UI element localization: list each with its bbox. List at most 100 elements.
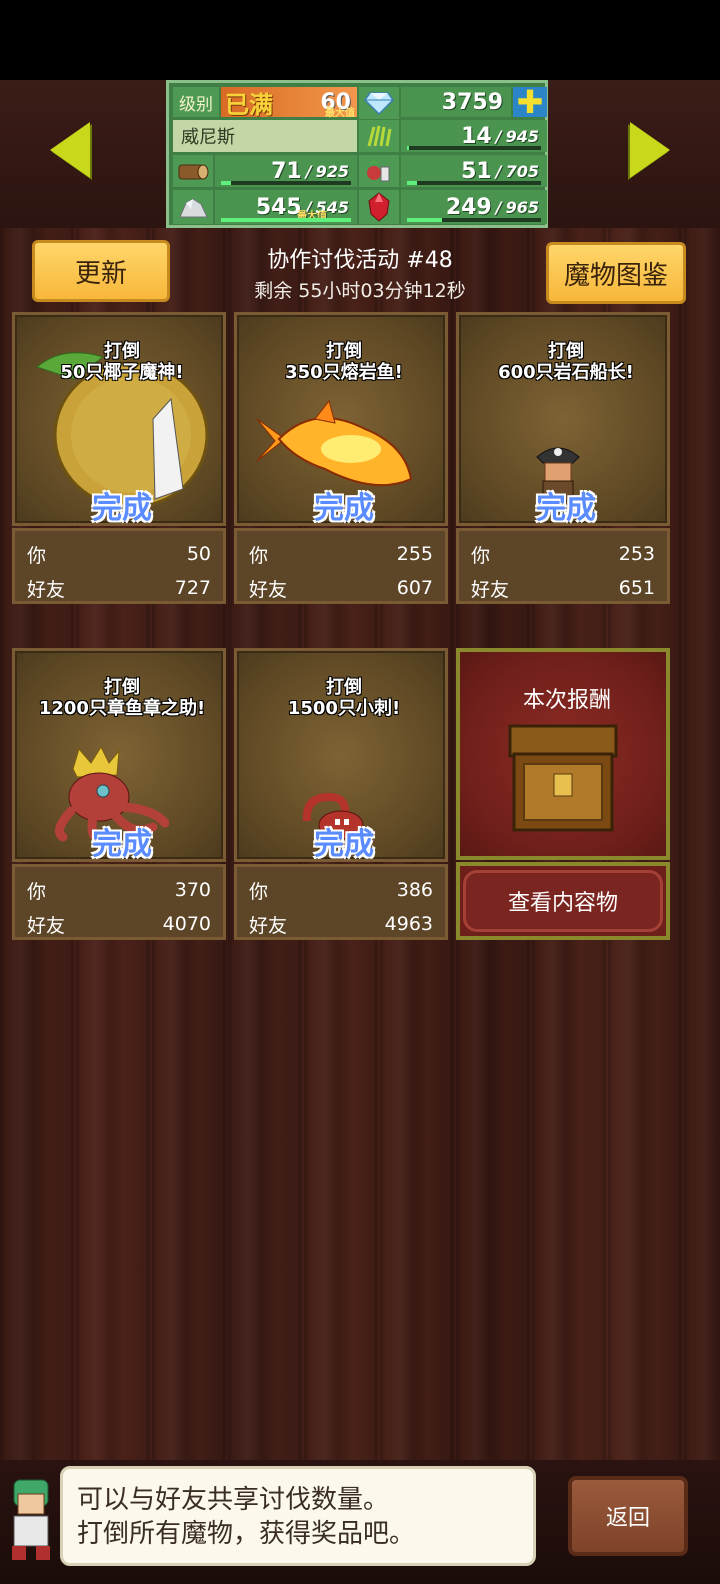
you-row: 你 50 [27,537,211,571]
guide-message-line1: 可以与好友共享讨伐数量。 [77,1485,390,1515]
you-count: 50 [186,543,211,565]
quest-target-verb: 打倒 [326,677,362,698]
gem-count: 3759 [401,87,511,117]
quest-target: 打倒 350只熔岩鱼! [237,341,451,383]
arrow-right-icon[interactable] [630,122,670,178]
you-label: 你 [249,544,269,567]
you-row: 你 253 [471,537,655,571]
friends-row: 好友 607 [249,571,433,605]
reward-panel: 本次报酬 [456,648,670,860]
wood-max: 925 [315,161,349,181]
quest-card-octopus[interactable]: 打倒 1200只章鱼章之助! 完成 你 370 好友 4070 [12,648,226,940]
view-contents-button-frame: 查看内容物 [456,862,670,940]
quest-card-rock-captain[interactable]: 打倒 600只岩石船长! 完成 你 253 好友 651 [456,312,670,604]
event-timer: 剩余 55小时03分钟12秒 [254,280,466,302]
quest-target-verb: 打倒 [548,341,584,362]
update-button[interactable]: 更新 [32,240,170,302]
quest-target-text: 600只岩石船长! [498,362,634,383]
quest-target-verb: 打倒 [104,677,140,698]
ruby-bar [407,218,541,222]
you-label: 你 [27,880,47,903]
vegetable-icon [359,155,399,187]
friends-count: 607 [396,577,433,599]
ore-icon [173,190,213,224]
friends-row: 好友 4070 [27,907,211,941]
log-icon [173,155,213,187]
food-bar-fill [407,181,417,185]
guide-message-bubble: 可以与好友共享讨伐数量。 打倒所有魔物，获得奖品吧。 [60,1466,536,1566]
quest-card-top: 打倒 600只岩石船长! 完成 [456,312,670,526]
monster-dex-button[interactable]: 魔物图鉴 [546,242,686,304]
level-label: 级别 [173,87,219,117]
stone-bar [221,218,351,222]
friends-row: 好友 4963 [249,907,433,941]
quest-card-lava-fish[interactable]: 打倒 350只熔岩鱼! 完成 你 255 好友 607 [234,312,448,604]
wood-separator: / [305,161,312,181]
quest-target-text: 350只熔岩鱼! [285,362,403,383]
quest-card-small-spike[interactable]: 打倒 1500只小刺! 完成 你 386 好友 4963 [234,648,448,940]
player-name: 威尼斯 [173,120,357,152]
grass-value: 14 [461,123,492,149]
you-count: 253 [618,543,655,565]
player-stats-panel: 级别 已满 60 最大值 3759 ✚ 威尼斯 14 / 945 71 / 92… [166,80,548,228]
quest-card-top: 打倒 350只熔岩鱼! 完成 [234,312,448,526]
level-indicator: 已满 60 最大值 [221,87,357,119]
friends-count: 651 [618,577,655,599]
quest-progress: 你 386 好友 4963 [234,864,448,940]
quest-card-coconut[interactable]: 打倒 50只椰子魔神! 完成 你 50 好友 727 [12,312,226,604]
wood-resource: 71 / 925 [215,155,357,187]
friends-label: 好友 [249,578,288,601]
ruby-max: 965 [505,197,539,217]
add-gems-button[interactable]: ✚ [513,83,547,121]
you-count: 255 [396,543,433,565]
event-title: 协作讨伐活动 #48 [267,248,453,273]
ruby-resource: 249 / 965 [401,190,547,224]
friends-row: 好友 727 [27,571,211,605]
you-label: 你 [27,544,47,567]
you-count: 370 [174,879,211,901]
stone-value: 545 [255,194,302,220]
wood-bar-fill [221,181,231,185]
you-label: 你 [249,880,269,903]
quest-complete-label: 完成 [536,491,596,526]
stone-resource: 545 / 545 最大值 [215,190,357,224]
you-row: 你 386 [249,873,433,907]
friends-label: 好友 [27,914,66,937]
ruby-value: 249 [445,194,492,220]
quest-progress: 你 50 好友 727 [12,528,226,604]
level-maxed-text: 已满 [225,90,273,119]
grass-resource: 14 / 945 [401,120,547,152]
arrow-left-icon[interactable] [50,122,90,178]
you-label: 你 [471,544,491,567]
quest-card-top: 打倒 1500只小刺! 完成 [234,648,448,862]
quest-progress: 你 255 好友 607 [234,528,448,604]
grass-bar [407,146,541,150]
food-value: 51 [461,158,492,184]
quest-target-text: 1200只章鱼章之助! [38,698,206,719]
view-contents-button[interactable]: 查看内容物 [463,870,663,932]
wood-bar [221,181,351,185]
you-row: 你 370 [27,873,211,907]
friends-label: 好友 [27,578,66,601]
friends-label: 好友 [471,578,510,601]
grass-max: 945 [505,126,539,146]
grass-icon [359,120,399,152]
food-bar [407,181,541,185]
stone-bar-fill [221,218,351,222]
wood-value: 71 [271,158,302,184]
friends-count: 727 [174,577,211,599]
you-count: 386 [396,879,433,901]
back-button[interactable]: 返回 [568,1476,688,1556]
quest-target: 打倒 1200只章鱼章之助! [15,677,229,719]
friends-count: 4070 [162,913,211,935]
ruby-bar-fill [407,218,442,222]
grass-separator: / [495,126,502,146]
quest-complete-label: 完成 [92,827,152,862]
friends-label: 好友 [249,914,288,937]
quest-progress: 你 370 好友 4070 [12,864,226,940]
guide-message-line2: 打倒所有魔物，获得奖品吧。 [77,1519,416,1549]
food-resource: 51 / 705 [401,155,547,187]
quest-target: 打倒 600只岩石船长! [459,341,673,383]
food-max: 705 [505,161,539,181]
diamond-icon [359,87,399,119]
